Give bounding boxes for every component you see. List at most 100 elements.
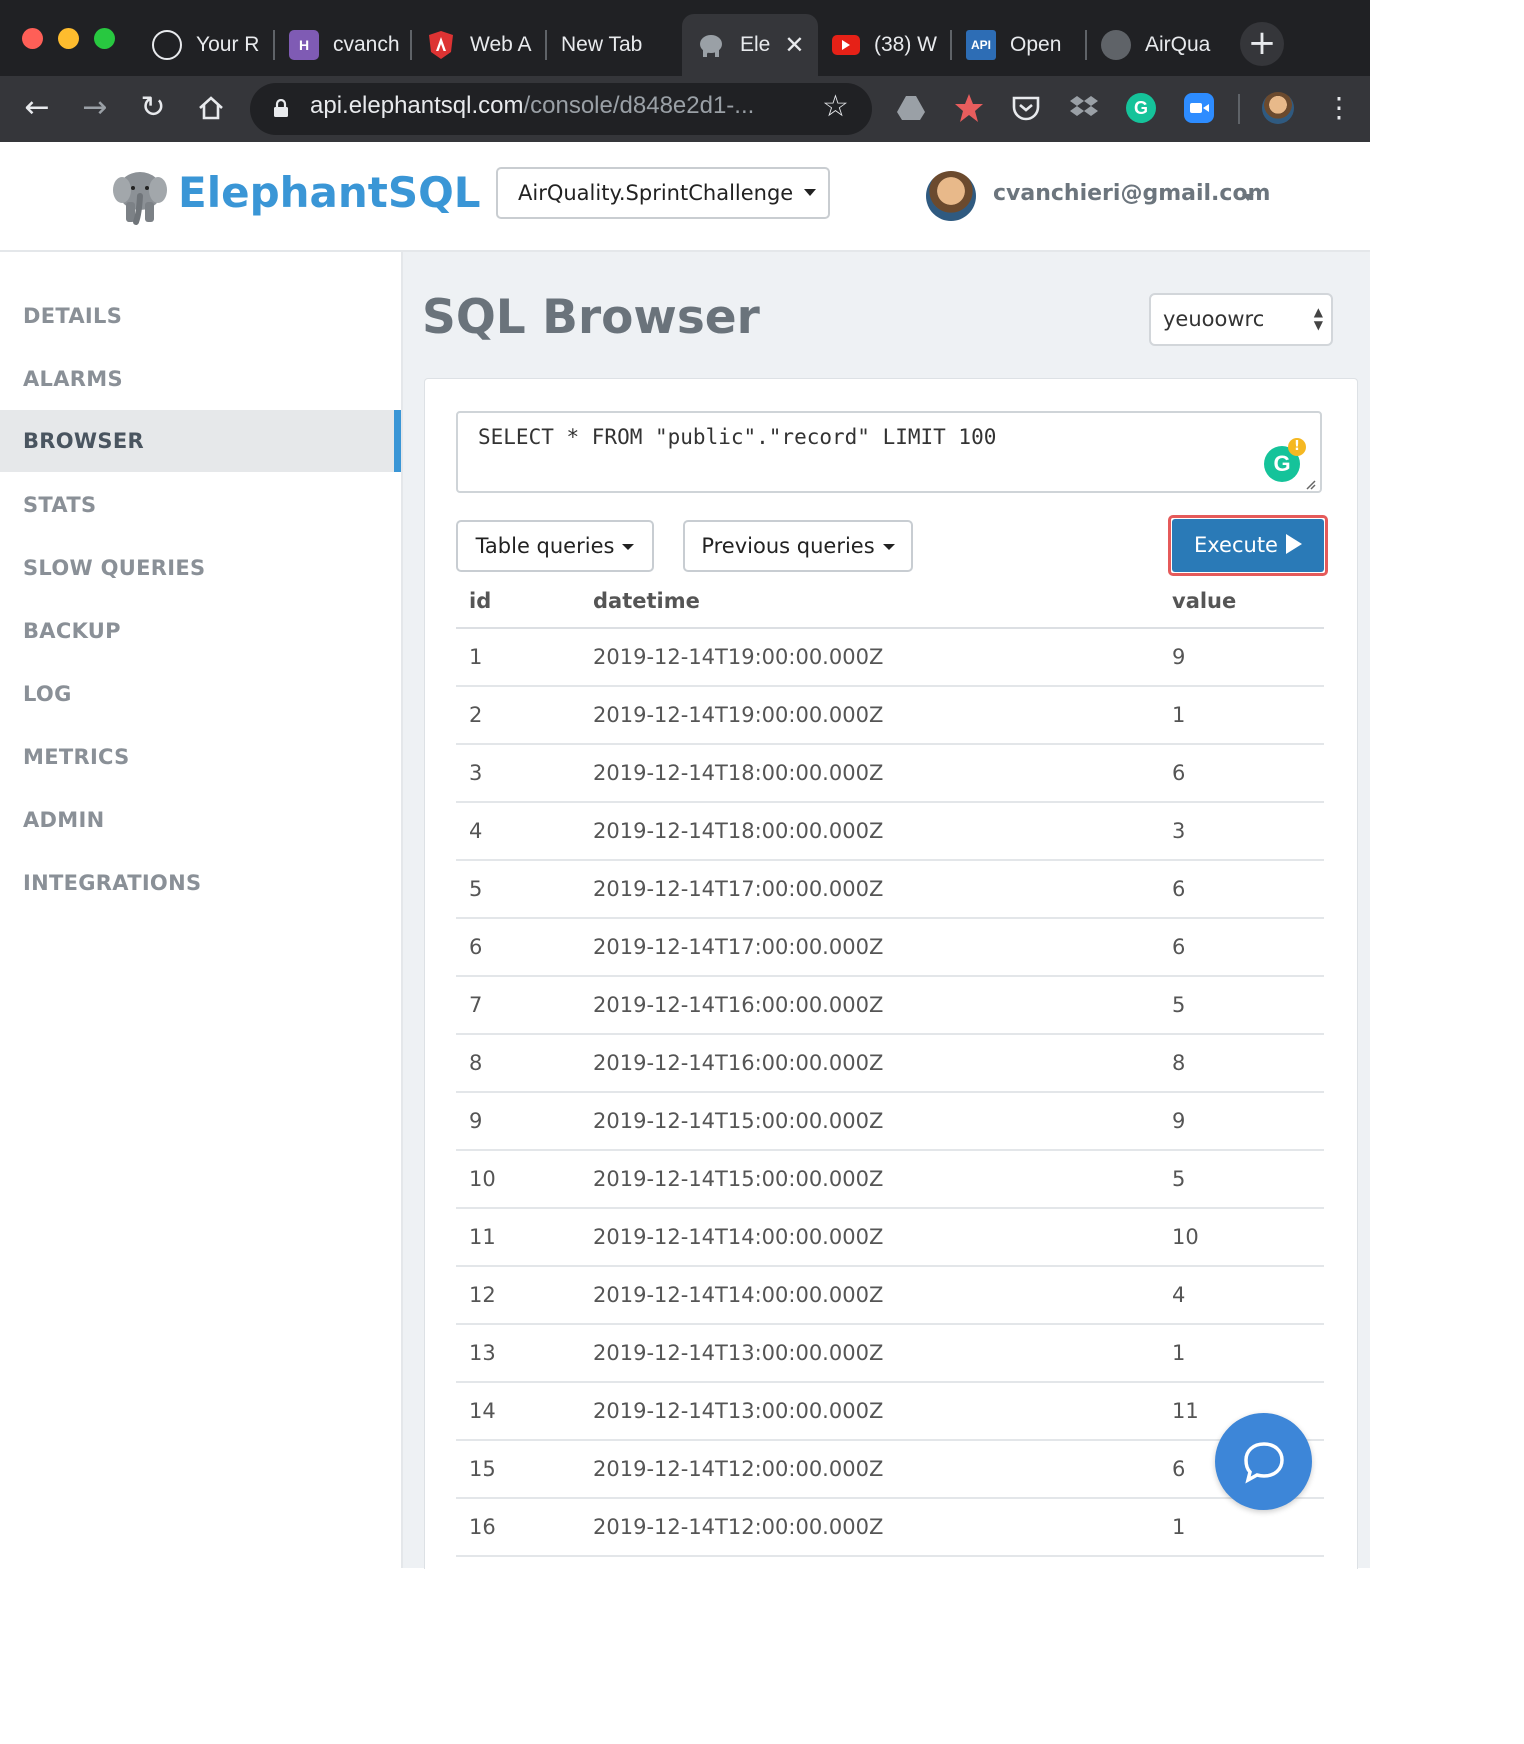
chat-bubble-icon: [1244, 1442, 1284, 1484]
column-header-id[interactable]: id: [456, 574, 593, 629]
cell-value: 8: [1172, 1034, 1324, 1093]
cell-datetime: 2019-12-14T18:00:00.000Z: [593, 802, 1172, 861]
forward-arrow-icon[interactable]: →: [74, 87, 116, 129]
table-row: 15 2019-12-14T12:00:00.000Z 6: [456, 1440, 1324, 1499]
table-row: 7 2019-12-14T16:00:00.000Z 5: [456, 976, 1324, 1035]
table-queries-label: Table queries: [475, 534, 615, 558]
table-row: 1 2019-12-14T19:00:00.000Z 9: [456, 628, 1324, 687]
more-menu-icon[interactable]: ⋮: [1318, 87, 1360, 129]
results-table: id datetime value 1 2019-12-14T19:00:00.0…: [456, 574, 1324, 1557]
lock-icon: [274, 99, 288, 117]
close-window-button[interactable]: [22, 28, 43, 49]
home-icon[interactable]: [190, 87, 232, 129]
browser-tab[interactable]: H cvanch: [275, 14, 412, 76]
browser-tab[interactable]: AirQua: [1087, 14, 1223, 76]
brand-logo[interactable]: ElephantSQL: [178, 168, 481, 217]
browser-tab[interactable]: Web A: [412, 14, 547, 76]
browser-tab[interactable]: Your R: [138, 14, 275, 76]
sidebar-item-details[interactable]: DETAILS: [0, 285, 401, 347]
table-row: 10 2019-12-14T15:00:00.000Z 5: [456, 1150, 1324, 1209]
chevron-down-icon: [622, 544, 635, 550]
cell-datetime: 2019-12-14T12:00:00.000Z: [593, 1498, 1172, 1557]
database-select[interactable]: yeuoowrc ▲ ▼: [1149, 293, 1333, 346]
column-header-value[interactable]: value: [1172, 574, 1324, 629]
cell-id: 7: [456, 976, 593, 1035]
table-row: 13 2019-12-14T13:00:00.000Z 1: [456, 1324, 1324, 1383]
elephant-logo-icon: [113, 172, 167, 225]
column-header-datetime[interactable]: datetime: [593, 574, 1172, 629]
database-name: yeuoowrc: [1163, 307, 1265, 331]
cell-id: 5: [456, 860, 593, 919]
cell-datetime: 2019-12-14T13:00:00.000Z: [593, 1382, 1172, 1441]
instance-name: AirQuality.SprintChallenge: [518, 181, 794, 205]
cell-id: 14: [456, 1382, 593, 1441]
sidebar-item-admin[interactable]: ADMIN: [0, 789, 401, 851]
page-title: SQL Browser: [422, 290, 760, 345]
user-email[interactable]: cvanchieri@gmail.com: [993, 181, 1270, 206]
back-arrow-icon[interactable]: ←: [16, 87, 58, 129]
table-row: 3 2019-12-14T18:00:00.000Z 6: [456, 744, 1324, 803]
avatar[interactable]: [926, 171, 976, 221]
shield-icon: [426, 30, 456, 60]
close-tab-icon[interactable]: ✕: [784, 31, 804, 60]
toolbar-divider: [1238, 94, 1240, 124]
reload-icon[interactable]: ↻: [132, 87, 174, 129]
sidebar-item-integrations[interactable]: INTEGRATIONS: [0, 852, 401, 914]
star-extension-icon[interactable]: [953, 92, 985, 124]
profile-avatar-icon[interactable]: [1262, 92, 1294, 124]
tab-title: Your R: [196, 33, 260, 56]
sidebar-item-backup[interactable]: BACKUP: [0, 600, 401, 662]
sidebar-item-slow-queries[interactable]: SLOW QUERIES: [0, 537, 401, 599]
browser-tab[interactable]: API Open: [952, 14, 1087, 76]
cell-id: 12: [456, 1266, 593, 1325]
chat-button[interactable]: [1215, 1413, 1312, 1510]
cell-value: 6: [1172, 744, 1324, 803]
cell-datetime: 2019-12-14T17:00:00.000Z: [593, 918, 1172, 977]
table-queries-button[interactable]: Table queries: [456, 520, 654, 572]
resize-handle-icon[interactable]: [1304, 478, 1316, 490]
cell-id: 10: [456, 1150, 593, 1209]
instance-select[interactable]: AirQuality.SprintChallenge: [496, 167, 830, 219]
maximize-window-button[interactable]: [94, 28, 115, 49]
cell-id: 9: [456, 1092, 593, 1151]
new-tab-button[interactable]: +: [1240, 22, 1284, 66]
chevron-down-icon[interactable]: [1242, 194, 1254, 201]
cell-id: 1: [456, 628, 593, 687]
sidebar-item-metrics[interactable]: METRICS: [0, 726, 401, 788]
pocket-icon[interactable]: [1010, 92, 1042, 124]
browser-tab[interactable]: (38) W: [818, 14, 952, 76]
cell-id: 8: [456, 1034, 593, 1093]
tab-title: New Tab: [561, 33, 643, 56]
cell-id: 4: [456, 802, 593, 861]
cell-value: 5: [1172, 976, 1324, 1035]
tab-title: Open: [1010, 33, 1062, 56]
sidebar-item-log[interactable]: LOG: [0, 663, 401, 725]
cell-id: 15: [456, 1440, 593, 1499]
previous-queries-button[interactable]: Previous queries: [683, 520, 913, 572]
execute-button[interactable]: Execute: [1172, 519, 1324, 572]
cell-datetime: 2019-12-14T14:00:00.000Z: [593, 1208, 1172, 1267]
tab-title: AirQua: [1145, 33, 1211, 56]
cell-id: 16: [456, 1498, 593, 1557]
table-row: 8 2019-12-14T16:00:00.000Z 8: [456, 1034, 1324, 1093]
bookmark-star-icon[interactable]: ☆: [822, 89, 849, 124]
cell-value: 1: [1172, 686, 1324, 745]
grammarly-extension-icon[interactable]: G: [1125, 92, 1157, 124]
cell-datetime: 2019-12-14T19:00:00.000Z: [593, 686, 1172, 745]
cell-datetime: 2019-12-14T18:00:00.000Z: [593, 744, 1172, 803]
tab-title: (38) W: [874, 33, 937, 56]
cell-datetime: 2019-12-14T15:00:00.000Z: [593, 1150, 1172, 1209]
cell-value: 9: [1172, 628, 1324, 687]
drive-icon[interactable]: [895, 92, 927, 124]
sql-query-textarea[interactable]: SELECT * FROM "public"."record" LIMIT 10…: [456, 411, 1322, 493]
tab-title: Ele: [740, 33, 771, 56]
sidebar-item-stats[interactable]: STATS: [0, 474, 401, 536]
zoom-icon[interactable]: [1183, 92, 1215, 124]
cell-value: 6: [1172, 918, 1324, 977]
browser-tab-active[interactable]: Ele ✕: [682, 14, 818, 76]
sidebar-item-browser[interactable]: BROWSER: [0, 410, 401, 472]
dropbox-icon[interactable]: [1068, 92, 1100, 124]
browser-tab[interactable]: New Tab: [547, 14, 680, 76]
minimize-window-button[interactable]: [58, 28, 79, 49]
sidebar-item-alarms[interactable]: ALARMS: [0, 348, 401, 410]
